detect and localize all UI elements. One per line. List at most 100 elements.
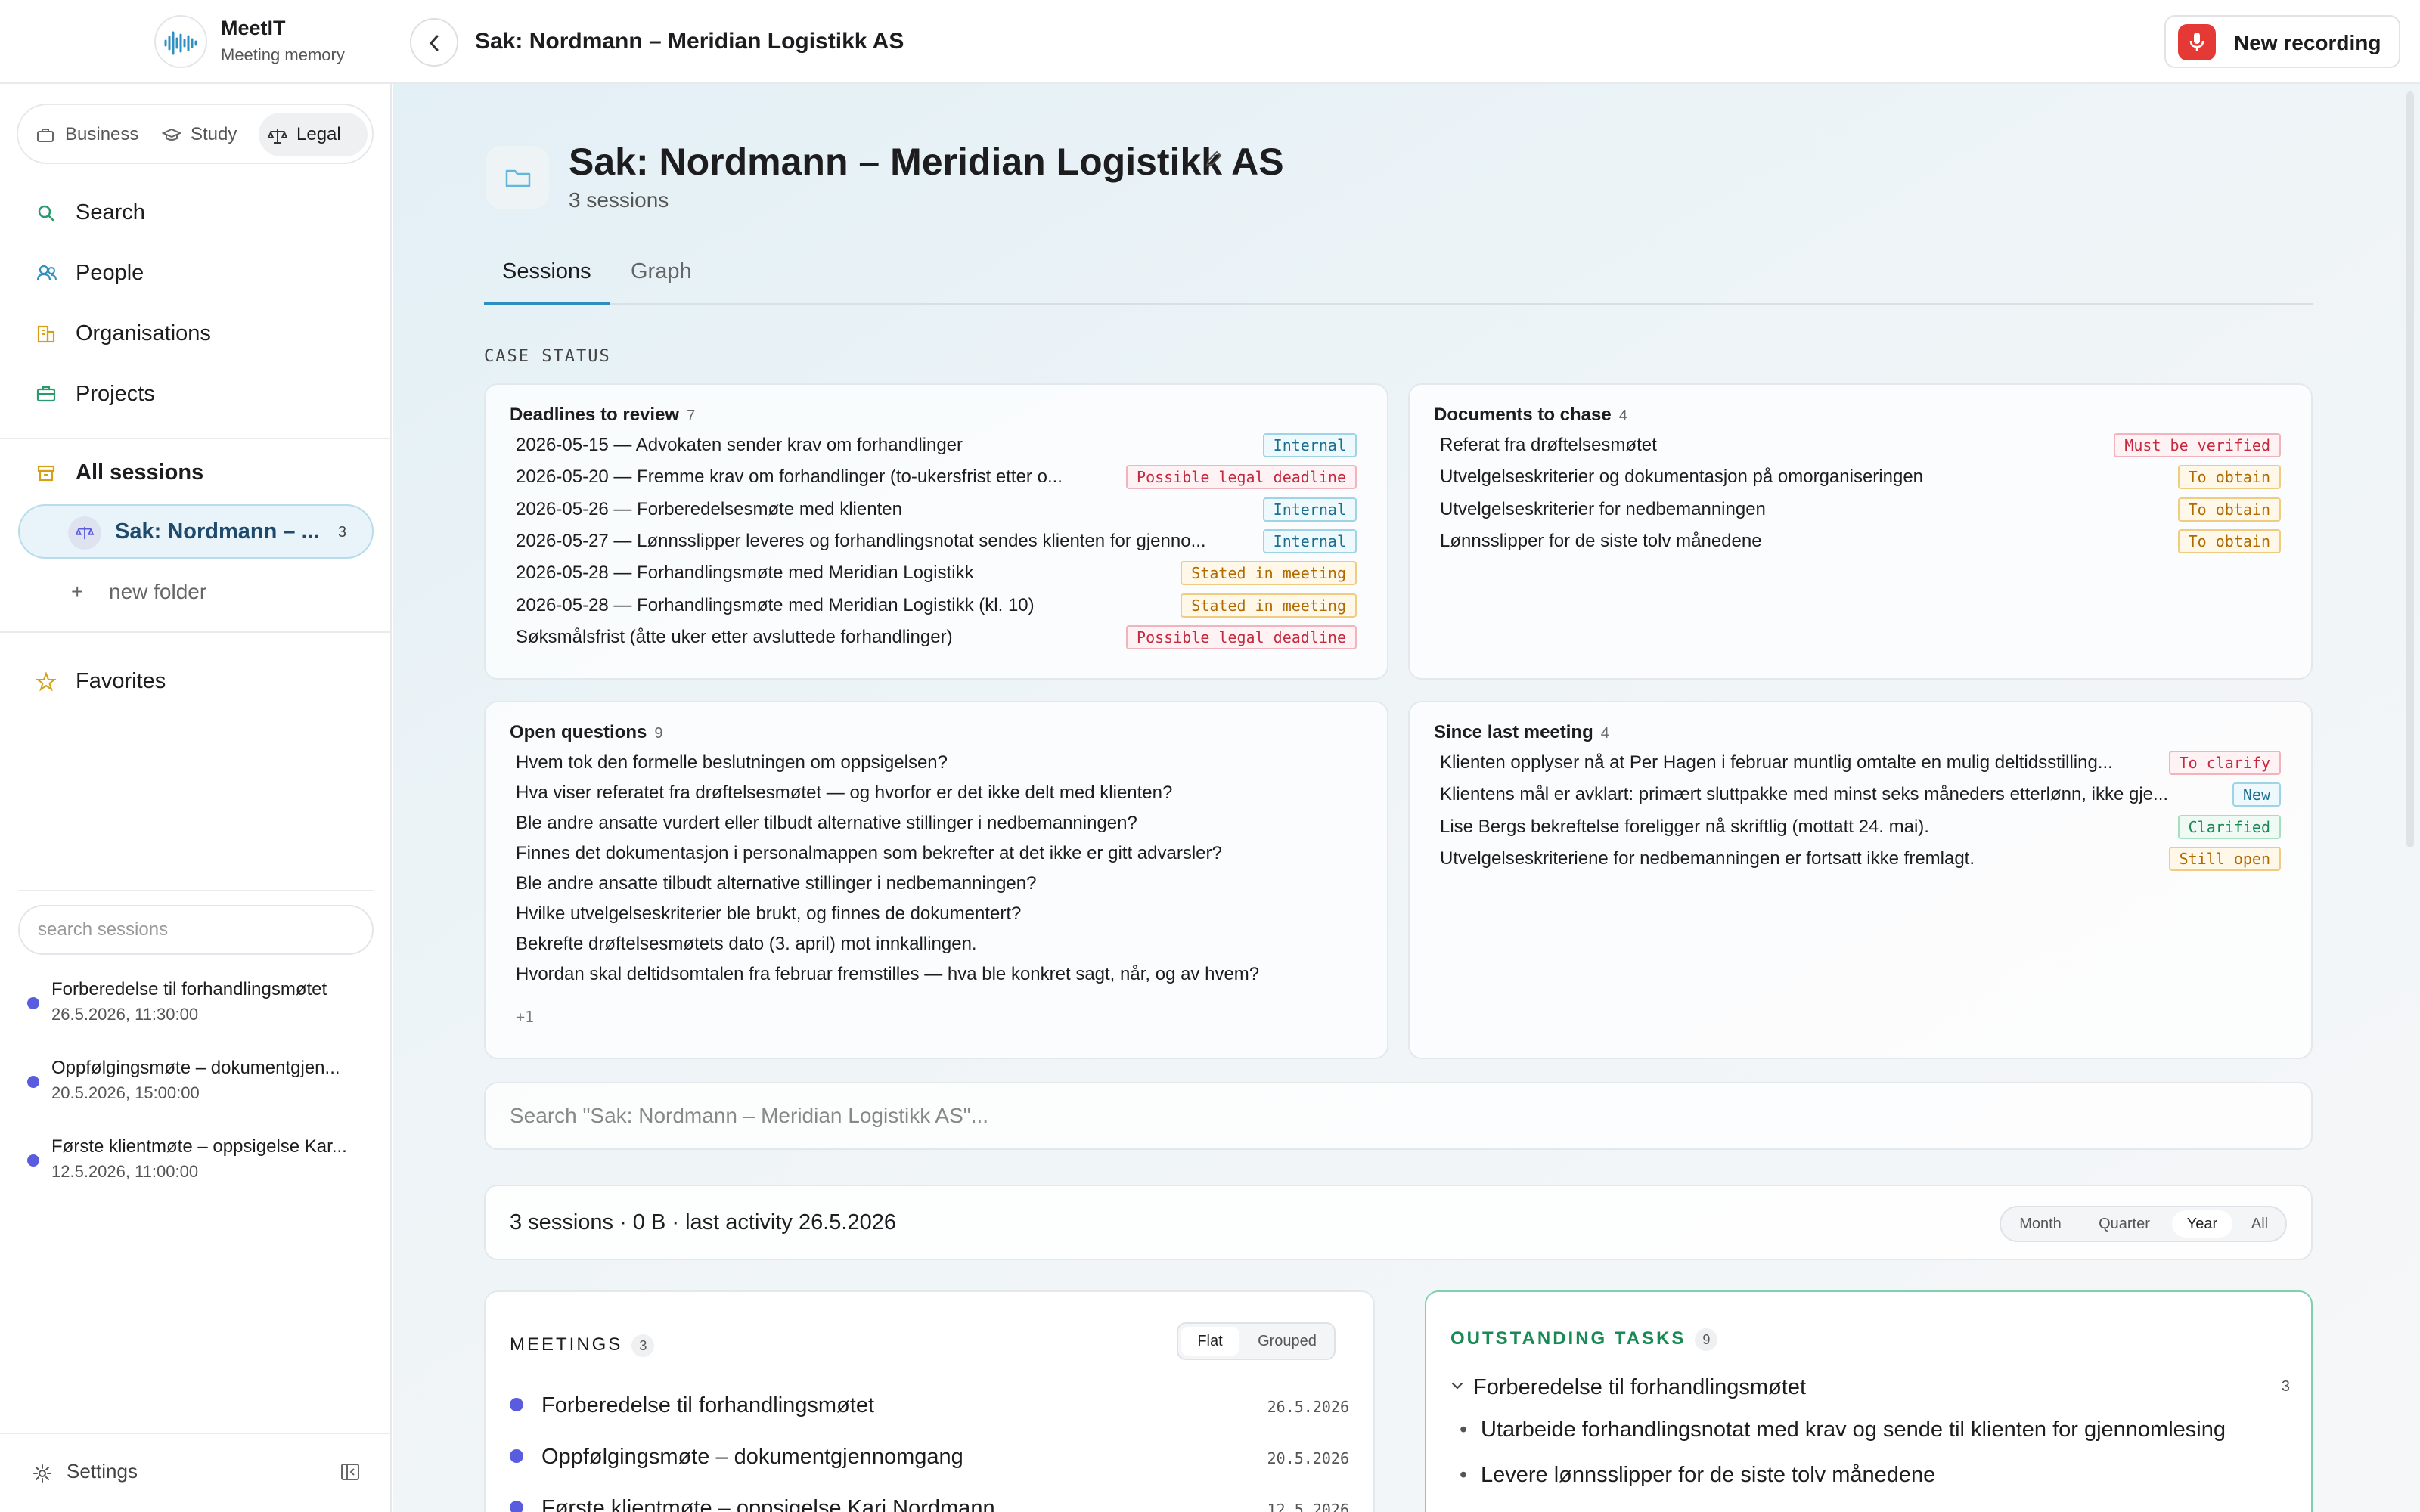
status-badge: Possible legal deadline <box>1126 624 1357 649</box>
app-name: MeetIT <box>221 17 286 39</box>
task-item[interactable]: Utarbeide forhandlingsnotat med krav og … <box>1460 1418 2226 1442</box>
since-count: 4 <box>1600 725 1609 742</box>
meeting-row[interactable]: Forberedelse til forhandlingsmøtet 26.5.… <box>510 1386 1349 1424</box>
question-text: Hva viser referatet fra drøftelsesmøtet … <box>516 782 1173 803</box>
search-sessions-input[interactable]: search sessions <box>18 905 374 955</box>
folder-item-nordmann[interactable]: Sak: Nordmann – ... 3 <box>18 504 374 559</box>
folder-search-input[interactable]: Search "Sak: Nordmann – Meridian Logisti… <box>484 1082 2313 1150</box>
tasks-title: OUTSTANDING TASKS 9 <box>1450 1328 1718 1351</box>
question-text: Hvilke utvelgelseskriterier ble brukt, o… <box>516 903 1022 924</box>
meeting-title: Forberedelse til forhandlingsmøtet <box>541 1393 875 1418</box>
mode-tab-legal[interactable]: Legal <box>259 113 368 156</box>
status-row[interactable]: 2026-05-28 — Forhandlingsmøte med Meridi… <box>516 558 1357 588</box>
mode-tab-business[interactable]: Business <box>27 113 148 156</box>
app-logo <box>154 15 207 68</box>
meeting-row[interactable]: Første klientmøte – oppsigelse Kari Nord… <box>510 1489 1349 1512</box>
documents-title: Documents to chase 4 <box>1434 404 1627 426</box>
header-title: Sak: Nordmann – Meridian Logistikk AS <box>475 29 904 54</box>
questions-more[interactable]: +1 <box>516 1008 534 1026</box>
status-badge: Stated in meeting <box>1181 593 1357 618</box>
nav-people[interactable]: People <box>36 255 369 293</box>
range-all[interactable]: All <box>2235 1210 2284 1238</box>
range-quarter[interactable]: Quarter <box>2080 1210 2169 1238</box>
status-row[interactable]: Klientens mål er avklart: primært sluttp… <box>1440 779 2281 810</box>
meetings-card: MEETINGS 3 Flat Grouped Forberedelse til … <box>484 1290 1375 1512</box>
task-group-count: 3 <box>2281 1378 2290 1395</box>
page-title: Sak: Nordmann – Meridian Logistikk AS <box>569 141 1284 183</box>
tab-sessions[interactable]: Sessions <box>484 255 610 305</box>
mode-switcher: Business Study Legal <box>17 104 374 164</box>
range-year[interactable]: Year <box>2172 1210 2232 1238</box>
status-row[interactable]: Klienten opplyser nå at Per Hagen i febr… <box>1440 748 2281 778</box>
nav-label: All sessions <box>76 460 204 485</box>
open-questions-card: Open questions 9 Hvem tok den formelle be… <box>484 701 1388 1059</box>
status-row[interactable]: Referat fra drøftelsesmøtet Must be verif… <box>1440 430 2281 460</box>
question-text: Bekrefte drøftelsesmøtets dato (3. april… <box>516 934 977 954</box>
question-row[interactable]: Hva viser referatet fra drøftelsesmøtet … <box>516 778 1357 808</box>
folder-label: Sak: Nordmann – ... <box>115 519 320 544</box>
question-row[interactable]: Hvilke utvelgelseskriterier ble brukt, o… <box>516 899 1357 929</box>
tasks-title-text: OUTSTANDING TASKS <box>1450 1328 1686 1349</box>
meeting-row[interactable]: Oppfølgingsmøte – dokumentgjennomgang 20… <box>510 1437 1349 1475</box>
status-row[interactable]: Lønnsslipper for de siste tolv månedene T… <box>1440 526 2281 556</box>
status-row[interactable]: Utvelgelseskriteriene for nedbemanningen… <box>1440 844 2281 874</box>
question-row[interactable]: Bekrefte drøftelsesmøtets dato (3. april… <box>516 929 1357 959</box>
status-row[interactable]: 2026-05-20 — Fremme krav om forhandlinge… <box>516 462 1357 492</box>
task-item[interactable]: Levere lønnsslipper for de siste tolv må… <box>1460 1463 1935 1488</box>
microphone-icon <box>2178 24 2216 60</box>
nav-projects[interactable]: Projects <box>36 376 369 414</box>
star-icon <box>36 672 56 692</box>
status-row-text: Klientens mål er avklart: primært sluttp… <box>1440 784 2169 805</box>
question-row[interactable]: Ble andre ansatte tilbudt alternative st… <box>516 869 1357 899</box>
search-icon <box>38 205 54 222</box>
since-title: Since last meeting 4 <box>1434 722 1609 743</box>
back-button[interactable] <box>410 18 458 67</box>
sidebar-collapse-icon[interactable] <box>340 1463 360 1481</box>
tab-graph[interactable]: Graph <box>613 255 710 305</box>
scrollbar[interactable] <box>2406 91 2414 847</box>
status-badge: Stated in meeting <box>1181 561 1357 586</box>
nav-organisations[interactable]: Organisations <box>36 315 369 353</box>
meeting-date: 26.5.2026 <box>1267 1398 1349 1416</box>
new-recording-button[interactable]: New recording <box>2164 15 2400 68</box>
status-row[interactable]: 2026-05-26 — Forberedelsesmøte med klien… <box>516 494 1357 525</box>
status-row[interactable]: 2026-05-28 — Forhandlingsmøte med Meridi… <box>516 590 1357 621</box>
meetings-title: MEETINGS 3 <box>510 1334 655 1357</box>
session-dot <box>27 1076 39 1088</box>
session-item[interactable]: Oppfølgingsmøte – dokumentgjen... 20.5.2… <box>27 1058 375 1111</box>
session-item[interactable]: Første klientmøte – oppsigelse Kar... 12… <box>27 1136 375 1189</box>
question-row[interactable]: Hvordan skal deltidsomtalen fra februar … <box>516 959 1357 990</box>
session-date: 12.5.2026, 11:00:00 <box>51 1162 199 1181</box>
question-row[interactable]: Finnes det dokumentasjon i personalmappe… <box>516 838 1357 869</box>
documents-title-text: Documents to chase <box>1434 404 1612 425</box>
view-grouped[interactable]: Grouped <box>1242 1327 1333 1356</box>
question-row[interactable]: Hvem tok den formelle beslutningen om op… <box>516 748 1357 778</box>
session-item[interactable]: Forberedelse til forhandlingsmøtet 26.5.… <box>27 979 375 1032</box>
edit-icon[interactable] <box>1204 149 1224 169</box>
nav-search[interactable]: Search <box>36 194 369 232</box>
mode-tab-study[interactable]: Study <box>153 113 259 156</box>
folder-icon <box>505 169 531 187</box>
status-row[interactable]: Lise Bergs bekreftelse foreligger nå skr… <box>1440 812 2281 842</box>
deadlines-title: Deadlines to review 7 <box>510 404 695 426</box>
nav-favorites[interactable]: Favorites <box>36 663 369 701</box>
status-row-text: 2026-05-27 — Lønnsslipper leveres og for… <box>516 530 1206 551</box>
status-row-text: Referat fra drøftelsesmøtet <box>1440 435 1657 455</box>
status-badge: New <box>2232 782 2281 807</box>
range-month[interactable]: Month <box>2004 1210 2077 1238</box>
status-row[interactable]: 2026-05-27 — Lønnsslipper leveres og for… <box>516 526 1357 556</box>
status-row[interactable]: Utvelgelseskriterier for nedbemanningen T… <box>1440 494 2281 525</box>
status-row[interactable]: Utvelgelseskriterier og dokumentasjon på… <box>1440 462 2281 492</box>
questions-count: 9 <box>654 725 663 742</box>
status-row[interactable]: 2026-05-15 — Advokaten sender krav om fo… <box>516 430 1357 460</box>
plus-icon: + <box>71 580 84 603</box>
mode-tab-label: Study <box>191 124 237 144</box>
status-row-text: 2026-05-28 — Forhandlingsmøte med Meridi… <box>516 562 974 584</box>
question-row[interactable]: Ble andre ansatte vurdert eller tilbudt … <box>516 808 1357 838</box>
task-group[interactable]: Forberedelse til forhandlingsmøtet 3 <box>1450 1371 2290 1404</box>
nav-all-sessions[interactable]: All sessions <box>36 454 369 492</box>
status-row[interactable]: Søksmålsfrist (åtte uker etter avslutted… <box>516 622 1357 652</box>
meeting-dot <box>510 1398 523 1411</box>
view-flat[interactable]: Flat <box>1181 1327 1239 1356</box>
top-bar: MeetIT Meeting memory Sak: Nordmann – Me… <box>0 0 2420 84</box>
